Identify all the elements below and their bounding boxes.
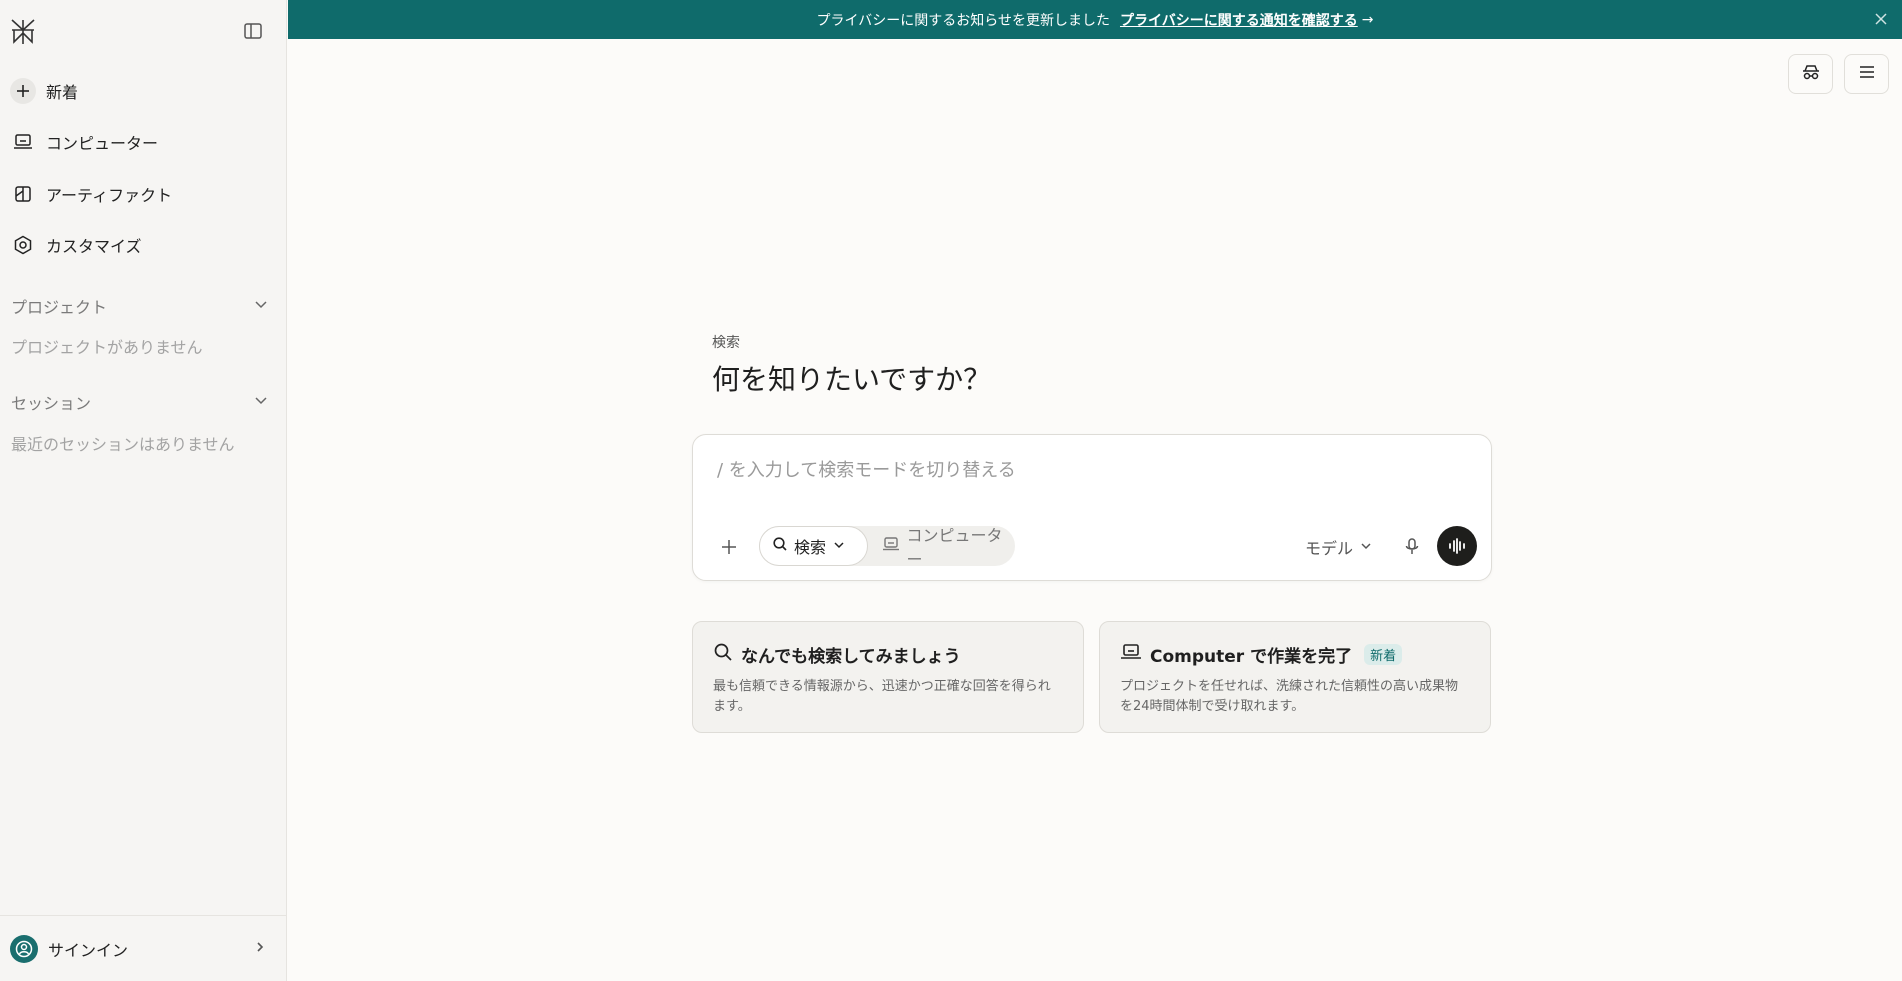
projects-empty-text: プロジェクトがありません <box>11 338 203 357</box>
sidebar-item-new[interactable]: 新着 <box>10 73 275 109</box>
sidebar-item-label: コンピューター <box>46 134 159 153</box>
computer-icon <box>10 129 36 155</box>
card-description: 最も信頼できる情報源から、迅速かつ正確な回答を得られます。 <box>713 679 1051 714</box>
chevron-down-icon[interactable] <box>253 392 269 412</box>
card-title: なんでも検索してみましょう <box>741 647 961 667</box>
projects-section-header[interactable]: プロジェクト <box>11 294 269 318</box>
privacy-banner: プライバシーに関するお知らせを更新しました プライバシーに関する通知を確認する … <box>288 0 1902 39</box>
plus-icon <box>10 78 36 104</box>
waveform-icon <box>1449 538 1465 554</box>
chevron-down-icon[interactable] <box>253 296 269 316</box>
computer-mode-label: コンピューター <box>906 526 1003 569</box>
sessions-section-header[interactable]: セッション <box>11 390 269 414</box>
user-avatar-icon <box>10 934 38 963</box>
incognito-button[interactable] <box>1788 54 1833 94</box>
signin-row[interactable]: サインイン <box>0 915 287 981</box>
chevron-down-icon <box>832 537 846 556</box>
search-input[interactable] <box>717 455 1457 485</box>
card-description: プロジェクトを任せれば、洗練された信頼性の高い成果物を24時間体制で受け取れます… <box>1120 679 1459 714</box>
attach-button[interactable] <box>713 531 745 563</box>
sessions-empty-text: 最近のセッションはありません <box>11 435 235 454</box>
computer-icon <box>1120 642 1142 667</box>
chevron-down-icon <box>1359 538 1373 557</box>
logo-icon[interactable] <box>10 18 36 46</box>
computer-icon <box>882 536 900 556</box>
search-suggestion-card[interactable]: なんでも検索してみましょう 最も信頼できる情報源から、迅速かつ正確な回答を得られ… <box>692 621 1084 733</box>
artifact-icon <box>10 181 36 207</box>
mode-toggle: 検索 コンピューター <box>759 526 1015 569</box>
hamburger-icon <box>1858 64 1876 84</box>
sidebar: 新着 コンピューター アーティファクト カスタマイズ プロジェクト プロジェクト… <box>0 0 287 981</box>
sessions-title: セッション <box>11 394 92 413</box>
incognito-icon <box>1801 63 1821 85</box>
banner-text: プライバシーに関するお知らせを更新しました <box>816 12 1110 29</box>
page-title: 何を知りたいですか？ <box>712 363 992 396</box>
sidebar-item-computer[interactable]: コンピューター <box>10 124 275 160</box>
sidebar-item-label: 新着 <box>46 83 79 102</box>
new-badge: 新着 <box>1364 644 1403 665</box>
plus-icon <box>722 540 736 554</box>
search-mode-label: 検索 <box>794 538 827 557</box>
search-icon <box>713 642 733 667</box>
computer-mode-button[interactable]: コンピューター <box>868 522 1015 570</box>
projects-title: プロジェクト <box>11 298 108 317</box>
composer: 検索 コンピューター モデル <box>692 434 1492 581</box>
signin-label: サインイン <box>48 940 129 960</box>
voice-mode-button[interactable] <box>1437 526 1477 566</box>
arrow-right-icon: → <box>1361 11 1374 28</box>
microphone-button[interactable] <box>1399 534 1425 560</box>
privacy-notice-link[interactable]: プライバシーに関する通知を確認する <box>1120 10 1358 30</box>
sidebar-item-label: カスタマイズ <box>46 237 142 256</box>
card-title: Computer で作業を完了 <box>1150 647 1353 667</box>
chevron-right-icon <box>253 939 267 958</box>
model-selector[interactable]: モデル <box>1305 531 1373 563</box>
model-label: モデル <box>1305 539 1354 558</box>
search-mode-button[interactable]: 検索 <box>759 526 869 566</box>
computer-suggestion-card[interactable]: Computer で作業を完了 新着 プロジェクトを任せれば、洗練された信頼性の… <box>1099 621 1491 733</box>
sidebar-item-customize[interactable]: カスタマイズ <box>10 227 275 263</box>
sidebar-item-label: アーティファクト <box>46 186 173 205</box>
hexagon-icon <box>10 232 36 258</box>
mode-label: 検索 <box>712 335 740 351</box>
search-icon <box>772 536 788 556</box>
sidebar-toggle-icon[interactable] <box>242 20 264 42</box>
menu-button[interactable] <box>1844 54 1889 94</box>
microphone-icon <box>1405 538 1419 554</box>
close-icon[interactable] <box>1870 8 1892 30</box>
sidebar-item-artifacts[interactable]: アーティファクト <box>10 176 275 212</box>
